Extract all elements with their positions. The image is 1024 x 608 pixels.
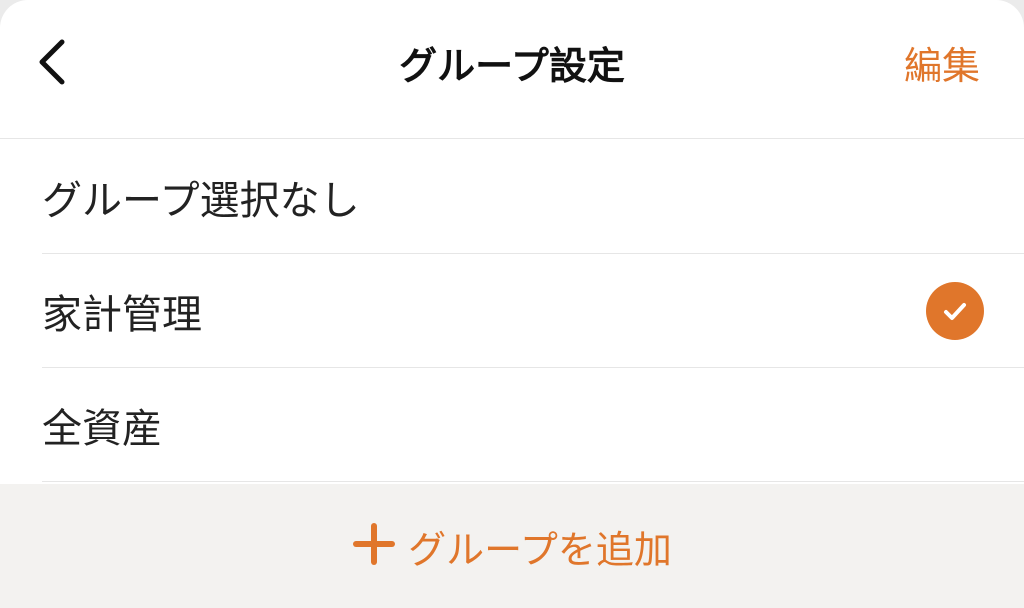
group-item-label: 家計管理 [42, 292, 202, 338]
group-item-household[interactable]: 家計管理 [42, 254, 1024, 368]
group-item-label: グループ選択なし [42, 178, 360, 224]
group-item-all-assets[interactable]: 全資産 [42, 368, 1024, 482]
group-list: グループ選択なし 家計管理 全資産 [0, 140, 1024, 482]
edit-button[interactable]: 編集 [904, 38, 980, 94]
add-group-label: グループを追加 [408, 527, 672, 572]
chevron-left-icon [32, 34, 72, 94]
page-title: グループ設定 [399, 44, 625, 88]
plus-icon [352, 522, 396, 570]
header: グループ設定 編集 [0, 0, 1024, 139]
group-item-none[interactable]: グループ選択なし [42, 140, 1024, 254]
footer: グループを追加 [0, 484, 1024, 608]
checkmark-icon [926, 282, 984, 340]
back-button[interactable] [22, 32, 82, 96]
add-group-button[interactable]: グループを追加 [0, 484, 1024, 608]
group-item-label: 全資産 [42, 406, 162, 452]
group-settings-sheet: グループ設定 編集 グループ選択なし 家計管理 全資産 グループを追加 [0, 0, 1024, 608]
